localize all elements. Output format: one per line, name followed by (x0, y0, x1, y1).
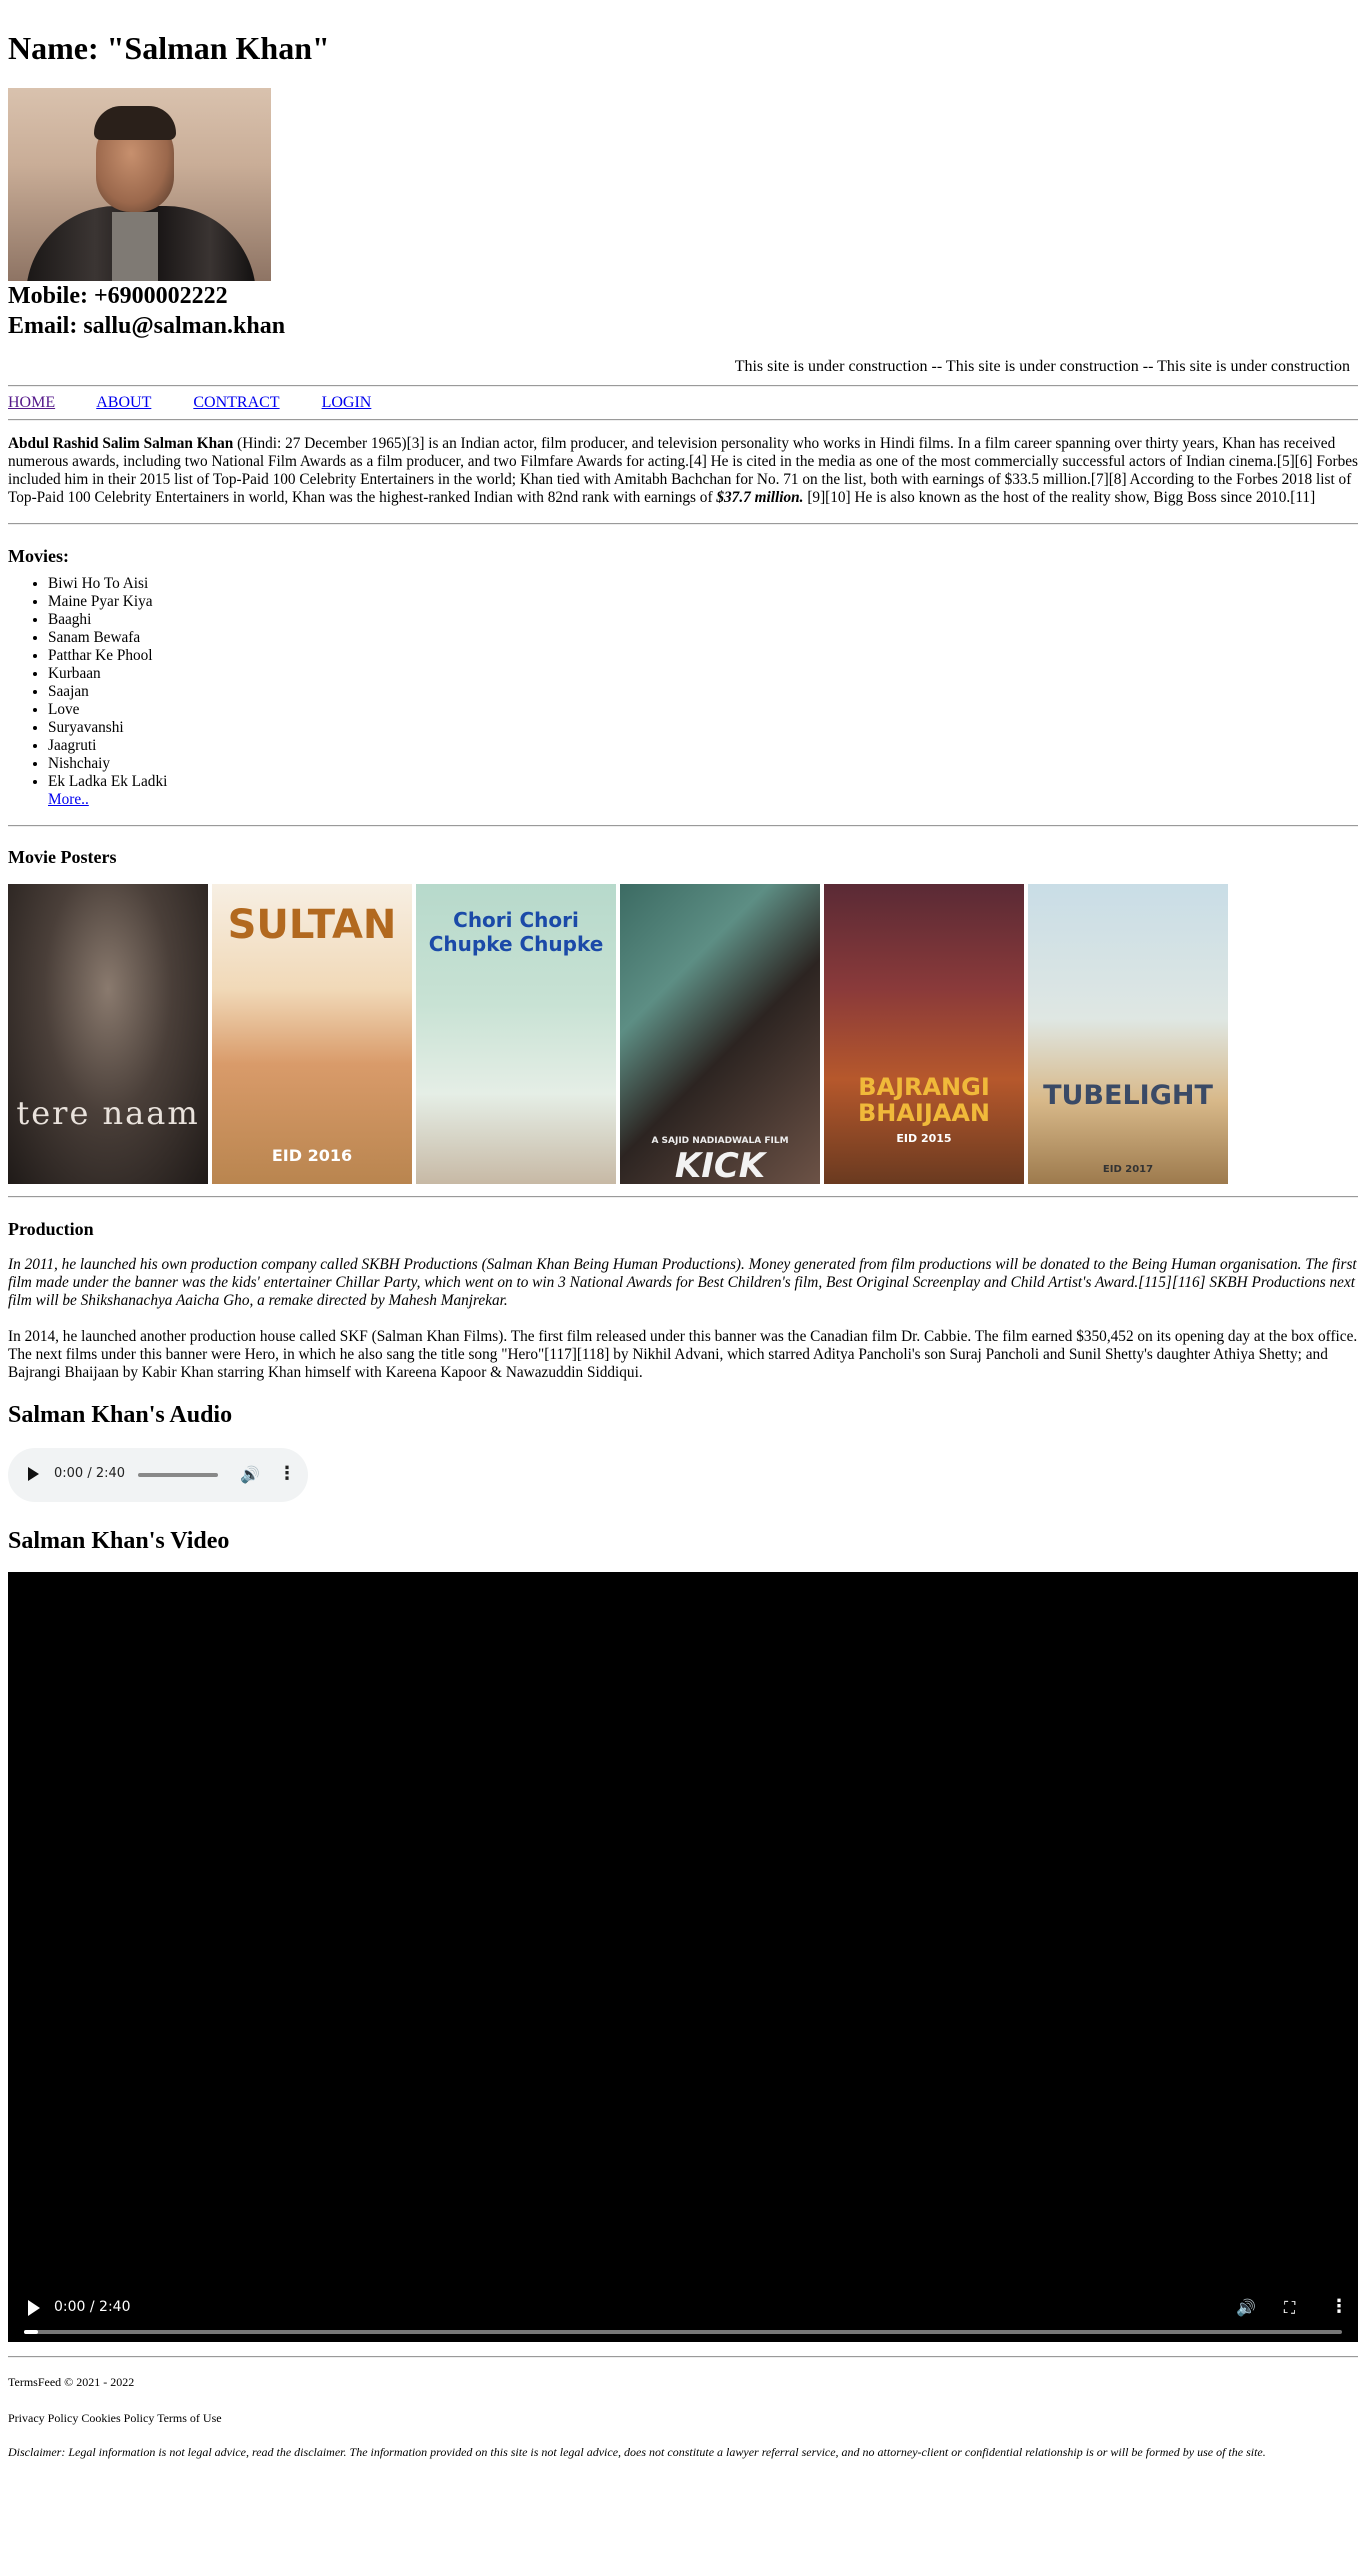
main-nav: HOME ABOUT CONTRACT LOGIN (8, 387, 1358, 419)
video-heading: Salman Khan's Video (8, 1528, 230, 1554)
nav-about[interactable]: ABOUT (96, 394, 151, 411)
list-item: More.. (48, 791, 1358, 809)
list-item: Ek Ladka Ek Ladki (48, 773, 1358, 791)
page-footer: TermsFeed © 2021 - 2022 Privacy Policy C… (8, 2374, 1358, 2460)
mobile-heading: Mobile: +6900002222 (8, 283, 228, 309)
poster-bajrangi-bhaijaan: BAJRANGI BHAIJAAN EID 2015 (824, 884, 1024, 1184)
poster-sultan: SULTAN EID 2016 (212, 884, 412, 1184)
list-item: Maine Pyar Kiya (48, 593, 1358, 611)
more-options-icon[interactable]: ⋮ (278, 1463, 296, 1484)
divider (8, 825, 1358, 827)
profile-photo (8, 88, 271, 281)
play-icon[interactable] (28, 2300, 40, 2316)
production-paragraph-1: In 2011, he launched his own production … (8, 1256, 1357, 1309)
intro-name: Abdul Rashid Salim Salman Khan (8, 435, 234, 452)
footer-links: Privacy Policy Cookies Policy Terms of U… (8, 2411, 222, 2425)
video-player[interactable]: 0:00 / 2:40 🔊 ⛶ ⋮ (8, 1572, 1358, 2342)
fullscreen-icon[interactable]: ⛶ (1284, 2298, 1295, 2318)
poster-kick: A SAJID NADIADWALA FILM KICK (620, 884, 820, 1184)
copyright-text: TermsFeed © 2021 - 2022 (8, 2375, 135, 2389)
intro-earnings: $37.7 million. (716, 489, 804, 506)
audio-heading: Salman Khan's Audio (8, 1402, 233, 1428)
list-item: Kurbaan (48, 665, 1358, 683)
disclaimer-text: Disclaimer: Legal information is not leg… (8, 2445, 1266, 2459)
list-item: Love (48, 701, 1358, 719)
posters-heading: Movie Posters (8, 847, 117, 867)
list-item: Patthar Ke Phool (48, 647, 1358, 665)
email-heading: Email: sallu@salman.khan (8, 313, 286, 339)
volume-icon[interactable]: 🔊 (240, 1465, 260, 1484)
movies-list: Biwi Ho To Aisi Maine Pyar Kiya Baaghi S… (8, 575, 1358, 809)
divider (8, 2356, 1358, 2358)
audio-player[interactable]: 0:00 / 2:40 🔊 ⋮ (8, 1448, 308, 1502)
list-item: Sanam Bewafa (48, 629, 1358, 647)
page-title: Name: "Salman Khan" (8, 30, 330, 66)
divider (8, 523, 1358, 525)
intro-paragraph: Abdul Rashid Salim Salman Khan (Hindi: 2… (8, 435, 1358, 507)
play-icon[interactable] (28, 1467, 39, 1481)
volume-icon[interactable]: 🔊 (1236, 2298, 1256, 2317)
list-item: Baaghi (48, 611, 1358, 629)
nav-login[interactable]: LOGIN (322, 394, 372, 411)
poster-tubelight: TUBELIGHT EID 2017 (1028, 884, 1228, 1184)
list-item: Saajan (48, 683, 1358, 701)
more-options-icon[interactable]: ⋮ (1330, 2296, 1348, 2317)
list-item: Jaagruti (48, 737, 1358, 755)
poster-chori-chori: Chori Chori Chupke Chupke (416, 884, 616, 1184)
list-item: Nishchaiy (48, 755, 1358, 773)
audio-time: 0:00 / 2:40 (54, 1466, 126, 1481)
movies-heading: Movies: (8, 546, 69, 566)
audio-progress-bar[interactable] (138, 1473, 218, 1477)
divider (8, 419, 1358, 421)
poster-gallery: tere naam SULTAN EID 2016 Chori Chori Ch… (8, 884, 1358, 1184)
video-progress-bar[interactable] (24, 2330, 1342, 2334)
intro-text-end: [9][10] He is also known as the host of … (803, 489, 1316, 506)
list-item: Suryavanshi (48, 719, 1358, 737)
divider (8, 1196, 1358, 1198)
production-heading: Production (8, 1219, 94, 1239)
nav-contract[interactable]: CONTRACT (193, 394, 279, 411)
poster-tere-naam: tere naam (8, 884, 208, 1184)
nav-home[interactable]: HOME (8, 394, 55, 411)
construction-marquee: This site is under construction -- This … (734, 358, 1350, 375)
video-time: 0:00 / 2:40 (54, 2299, 131, 2315)
production-paragraph-2: In 2014, he launched another production … (8, 1328, 1358, 1381)
list-item: Biwi Ho To Aisi (48, 575, 1358, 593)
more-movies-link[interactable]: More.. (48, 791, 89, 808)
